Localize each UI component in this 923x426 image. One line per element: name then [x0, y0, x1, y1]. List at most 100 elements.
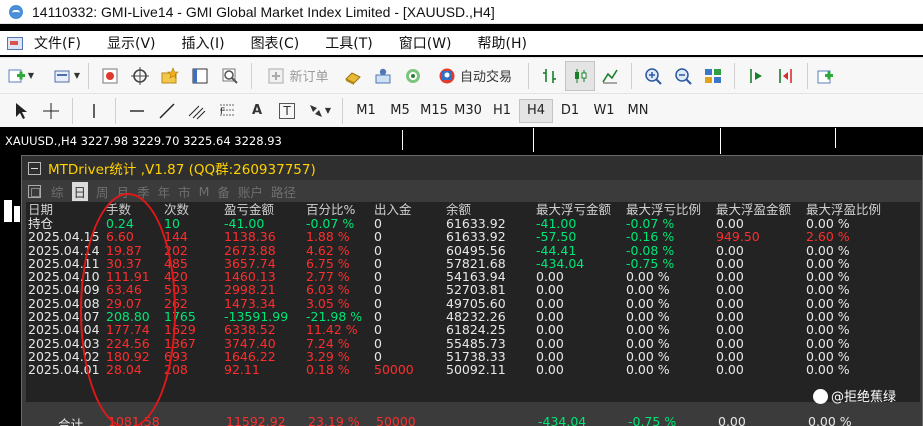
- cell-count: 10: [164, 216, 180, 231]
- tab-notes[interactable]: 备: [217, 182, 230, 201]
- fibonacci-button[interactable]: F: [212, 96, 242, 126]
- tab-daily[interactable]: 日: [71, 181, 89, 201]
- tab-market[interactable]: 市: [178, 182, 191, 201]
- horizontal-line-button[interactable]: [122, 96, 152, 126]
- market-watch-icon: [102, 68, 118, 83]
- menu-charts[interactable]: 图表(C): [251, 33, 300, 53]
- chart-shift-button[interactable]: [771, 61, 801, 91]
- col-max-float-loss[interactable]: 最大浮亏金额: [536, 202, 626, 217]
- strategy-tester-button[interactable]: [215, 61, 245, 91]
- minimize-icon[interactable]: [28, 161, 41, 175]
- navigator-button[interactable]: [155, 61, 185, 91]
- user-computer-icon: [375, 68, 391, 83]
- candlestick-button[interactable]: [565, 60, 595, 91]
- window-titlebar: 14110332: GMI-Live14 - GMI Global Market…: [0, 0, 923, 24]
- community-button[interactable]: [368, 61, 398, 91]
- metaeditor-button[interactable]: [338, 61, 368, 91]
- toolbar-separator: [115, 97, 116, 124]
- cursor-button[interactable]: [6, 96, 36, 126]
- watermark: @拒绝蕉绿: [813, 386, 896, 405]
- cell-deposit: 0: [374, 269, 382, 285]
- cell-max-float-loss: 0.00: [536, 362, 564, 378]
- drawing-toolbar: F A T ▼ M1 M5 M15 M30 H1 H4 D1 W1 MN: [0, 93, 923, 127]
- timeframe-m15[interactable]: M15: [417, 103, 451, 118]
- col-deposit[interactable]: 出入金: [374, 202, 446, 217]
- tab-magic[interactable]: M: [199, 184, 210, 199]
- new-order-button[interactable]: 新订单: [258, 61, 338, 91]
- text-button[interactable]: A: [242, 96, 272, 126]
- cross-icon: [43, 102, 59, 119]
- chart-window-icon[interactable]: [6, 35, 24, 51]
- cell-balance: 49705.60: [446, 295, 506, 311]
- cell-max-float-gain: 0.00: [716, 322, 744, 338]
- timeframe-mn[interactable]: MN: [621, 103, 655, 118]
- tab-yearly[interactable]: 年: [158, 182, 171, 201]
- line-chart-button[interactable]: [595, 61, 625, 91]
- timeframe-m30[interactable]: M30: [451, 103, 485, 118]
- col-date[interactable]: 日期: [26, 202, 106, 217]
- col-max-float-gain[interactable]: 最大浮盈金额: [716, 202, 806, 217]
- timeframe-d1[interactable]: D1: [553, 103, 587, 118]
- timeframe-m5[interactable]: M5: [383, 103, 417, 118]
- menu-insert[interactable]: 插入(I): [182, 33, 225, 53]
- menu-tools[interactable]: 工具(T): [325, 33, 372, 53]
- annotation-circle: [80, 193, 176, 426]
- bar-chart-button[interactable]: [535, 61, 565, 91]
- col-count[interactable]: 次数: [164, 202, 224, 217]
- menu-help[interactable]: 帮助(H): [478, 33, 527, 53]
- candle-wick: [720, 128, 721, 154]
- tile-windows-button[interactable]: [698, 61, 728, 91]
- menu-file[interactable]: 文件(F): [34, 33, 81, 53]
- text-label-button[interactable]: T: [272, 96, 302, 126]
- zoom-out-button[interactable]: [668, 61, 698, 91]
- zoom-in-button[interactable]: [638, 61, 668, 91]
- profiles-icon: [54, 70, 70, 82]
- profiles-button[interactable]: ▼: [52, 61, 82, 91]
- menu-view[interactable]: 显示(V): [107, 33, 156, 53]
- arrows-button[interactable]: ▼: [302, 96, 336, 126]
- arrows-icon: [309, 104, 322, 117]
- terminal-icon: [192, 68, 208, 83]
- market-watch-button[interactable]: [95, 61, 125, 91]
- col-profit[interactable]: 盈亏金额: [224, 202, 306, 217]
- cell-max-float-loss: 0.00: [536, 348, 564, 364]
- cell-balance: 61633.92: [446, 229, 506, 245]
- chart-area[interactable]: XAUUSD.,H4 3227.98 3229.70 3225.64 3228.…: [0, 128, 923, 426]
- terminal-button[interactable]: [185, 61, 215, 91]
- col-percent[interactable]: 百分比%: [306, 202, 374, 217]
- total-label: 合计: [58, 417, 84, 426]
- vertical-line-button[interactable]: [79, 96, 109, 126]
- tab-summary[interactable]: 综: [51, 182, 64, 201]
- trendline-button[interactable]: [152, 96, 182, 126]
- cell-max-float-loss-pct: -0.08 %: [626, 242, 675, 258]
- tab-weekly[interactable]: 周: [96, 182, 109, 201]
- new-chart-button[interactable]: ▼: [6, 61, 36, 91]
- cell-percent: 6.03 %: [306, 282, 350, 298]
- chart-symbol-header: XAUUSD.,H4 3227.98 3229.70 3225.64 3228.…: [5, 134, 282, 148]
- crosshair-icon: [131, 66, 149, 85]
- toolbar-separator: [807, 62, 808, 89]
- cell-percent: 6.75 %: [306, 255, 350, 271]
- auto-scroll-button[interactable]: [741, 61, 771, 91]
- indicators-button[interactable]: [814, 61, 836, 91]
- cell-balance: 50092.11: [446, 362, 506, 378]
- timeframe-w1[interactable]: W1: [587, 103, 621, 118]
- tab-path[interactable]: 路径: [271, 182, 296, 201]
- timeframe-h1[interactable]: H1: [485, 103, 519, 118]
- signals-button[interactable]: [398, 61, 428, 91]
- cell-balance: 51738.33: [446, 348, 506, 364]
- standard-toolbar: ▼ ▼ 新订单 自动交易: [0, 57, 923, 93]
- tab-account[interactable]: 账户: [238, 182, 263, 201]
- col-balance[interactable]: 余额: [446, 202, 536, 217]
- timeframe-h4[interactable]: H4: [519, 98, 553, 123]
- menu-window[interactable]: 窗口(W): [399, 33, 452, 53]
- auto-trading-button[interactable]: 自动交易: [428, 61, 522, 91]
- col-max-float-gain-pct[interactable]: 最大浮盈比例: [806, 202, 896, 217]
- screenshot-icon[interactable]: [28, 184, 41, 198]
- equidistant-channel-button[interactable]: [182, 96, 212, 126]
- crosshair-tool-button[interactable]: [36, 96, 66, 126]
- crosshair-button[interactable]: [125, 61, 155, 91]
- col-max-float-loss-pct[interactable]: 最大浮亏比例: [626, 202, 716, 217]
- cell-max-float-gain: 0.00: [716, 216, 744, 231]
- timeframe-m1[interactable]: M1: [349, 103, 383, 118]
